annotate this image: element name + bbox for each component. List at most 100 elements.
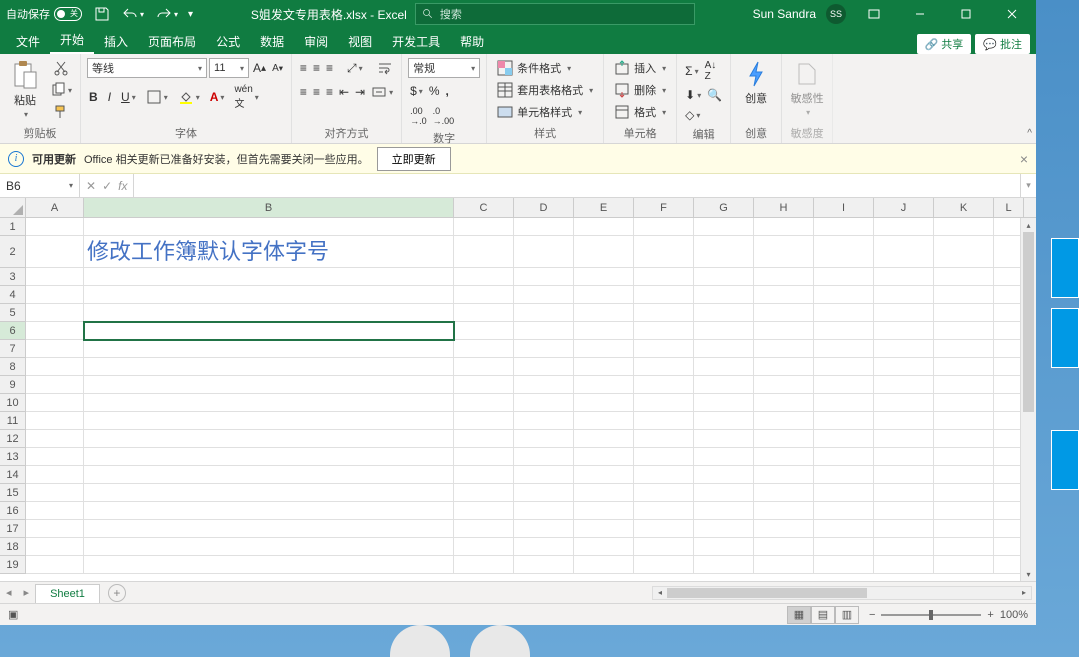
cell[interactable]: [694, 484, 754, 502]
cell[interactable]: [874, 466, 934, 484]
cell[interactable]: [934, 304, 994, 322]
cell[interactable]: [754, 556, 814, 574]
column-header[interactable]: D: [514, 198, 574, 217]
cell[interactable]: [514, 538, 574, 556]
cell[interactable]: [814, 340, 874, 358]
add-sheet-button[interactable]: +: [108, 584, 126, 602]
cell[interactable]: [634, 376, 694, 394]
cell[interactable]: [84, 538, 454, 556]
vertical-scrollbar[interactable]: ▴ ▾: [1020, 218, 1036, 581]
cell[interactable]: [934, 322, 994, 340]
cell[interactable]: [694, 286, 754, 304]
decrease-decimal-icon[interactable]: .0→.00: [431, 104, 457, 128]
cell[interactable]: [754, 430, 814, 448]
cell[interactable]: [754, 236, 814, 268]
insert-cells-button[interactable]: 插入▾: [610, 58, 670, 78]
row-header[interactable]: 8: [0, 358, 26, 376]
font-color-icon[interactable]: A▾: [208, 88, 227, 106]
cell[interactable]: [634, 520, 694, 538]
cell[interactable]: [874, 358, 934, 376]
cell[interactable]: [814, 268, 874, 286]
wrap-text-icon[interactable]: [375, 58, 395, 78]
cell[interactable]: [26, 502, 84, 520]
cell[interactable]: [934, 412, 994, 430]
cell[interactable]: [814, 448, 874, 466]
cell[interactable]: [874, 556, 934, 574]
cell[interactable]: [574, 218, 634, 236]
cell[interactable]: [84, 376, 454, 394]
cell[interactable]: [874, 430, 934, 448]
undo-icon[interactable]: ▾: [120, 4, 146, 24]
row-header[interactable]: 5: [0, 304, 26, 322]
cell[interactable]: [694, 376, 754, 394]
cell-styles-button[interactable]: 单元格样式▾: [493, 102, 597, 122]
increase-indent-icon[interactable]: ⇥: [353, 83, 367, 101]
scroll-right-icon[interactable]: ▸: [1017, 587, 1031, 599]
cell[interactable]: [454, 412, 514, 430]
cell[interactable]: [754, 412, 814, 430]
row-header[interactable]: 11: [0, 412, 26, 430]
cell[interactable]: [634, 394, 694, 412]
tab-page-layout[interactable]: 页面布局: [138, 29, 206, 54]
cell[interactable]: [754, 322, 814, 340]
cell[interactable]: [574, 412, 634, 430]
cell[interactable]: [874, 412, 934, 430]
search-input[interactable]: 搜索: [415, 3, 695, 25]
border-icon[interactable]: ▾: [144, 87, 170, 107]
cell[interactable]: [574, 376, 634, 394]
cell[interactable]: [754, 466, 814, 484]
cell[interactable]: [634, 304, 694, 322]
cell[interactable]: [514, 412, 574, 430]
cell[interactable]: [694, 394, 754, 412]
cell[interactable]: [26, 340, 84, 358]
cell[interactable]: [26, 556, 84, 574]
scroll-down-icon[interactable]: ▾: [1021, 567, 1036, 581]
comma-icon[interactable]: ,: [443, 82, 450, 100]
row-header[interactable]: 4: [0, 286, 26, 304]
cell[interactable]: [874, 304, 934, 322]
cell[interactable]: [26, 358, 84, 376]
cell[interactable]: [754, 394, 814, 412]
cell[interactable]: [454, 466, 514, 484]
tab-help[interactable]: 帮助: [450, 29, 494, 54]
cell[interactable]: [754, 340, 814, 358]
orientation-icon[interactable]: ⤢▾: [345, 59, 365, 78]
cell[interactable]: [26, 268, 84, 286]
cell[interactable]: [454, 502, 514, 520]
sort-filter-icon[interactable]: A↓Z: [703, 58, 719, 84]
cell[interactable]: [84, 394, 454, 412]
cell[interactable]: [874, 218, 934, 236]
cell[interactable]: [694, 218, 754, 236]
cell[interactable]: [694, 358, 754, 376]
cell[interactable]: [454, 448, 514, 466]
share-button[interactable]: 🔗 共享: [917, 34, 972, 54]
find-icon[interactable]: 🔍: [705, 86, 724, 104]
align-middle-icon[interactable]: ≡: [311, 59, 322, 77]
zoom-slider[interactable]: [881, 614, 981, 616]
cell[interactable]: [814, 236, 874, 268]
expand-formula-icon[interactable]: ▾: [1020, 174, 1036, 197]
cell[interactable]: [634, 322, 694, 340]
cell[interactable]: [934, 376, 994, 394]
cell[interactable]: [26, 484, 84, 502]
cell[interactable]: [694, 520, 754, 538]
cell[interactable]: [634, 412, 694, 430]
cell[interactable]: [634, 286, 694, 304]
row-header[interactable]: 12: [0, 430, 26, 448]
row-header[interactable]: 14: [0, 466, 26, 484]
cell[interactable]: [514, 520, 574, 538]
record-macro-icon[interactable]: ▣: [8, 608, 18, 621]
cell[interactable]: [874, 538, 934, 556]
redo-icon[interactable]: ▾: [154, 4, 180, 24]
cell[interactable]: [814, 502, 874, 520]
cell[interactable]: [634, 448, 694, 466]
format-painter-icon[interactable]: [48, 102, 74, 122]
cell[interactable]: [84, 268, 454, 286]
row-header[interactable]: 13: [0, 448, 26, 466]
cell[interactable]: [874, 286, 934, 304]
update-now-button[interactable]: 立即更新: [377, 147, 451, 171]
format-cells-button[interactable]: 格式▾: [610, 102, 670, 122]
cell[interactable]: [934, 268, 994, 286]
cell[interactable]: [84, 340, 454, 358]
cell[interactable]: [754, 218, 814, 236]
